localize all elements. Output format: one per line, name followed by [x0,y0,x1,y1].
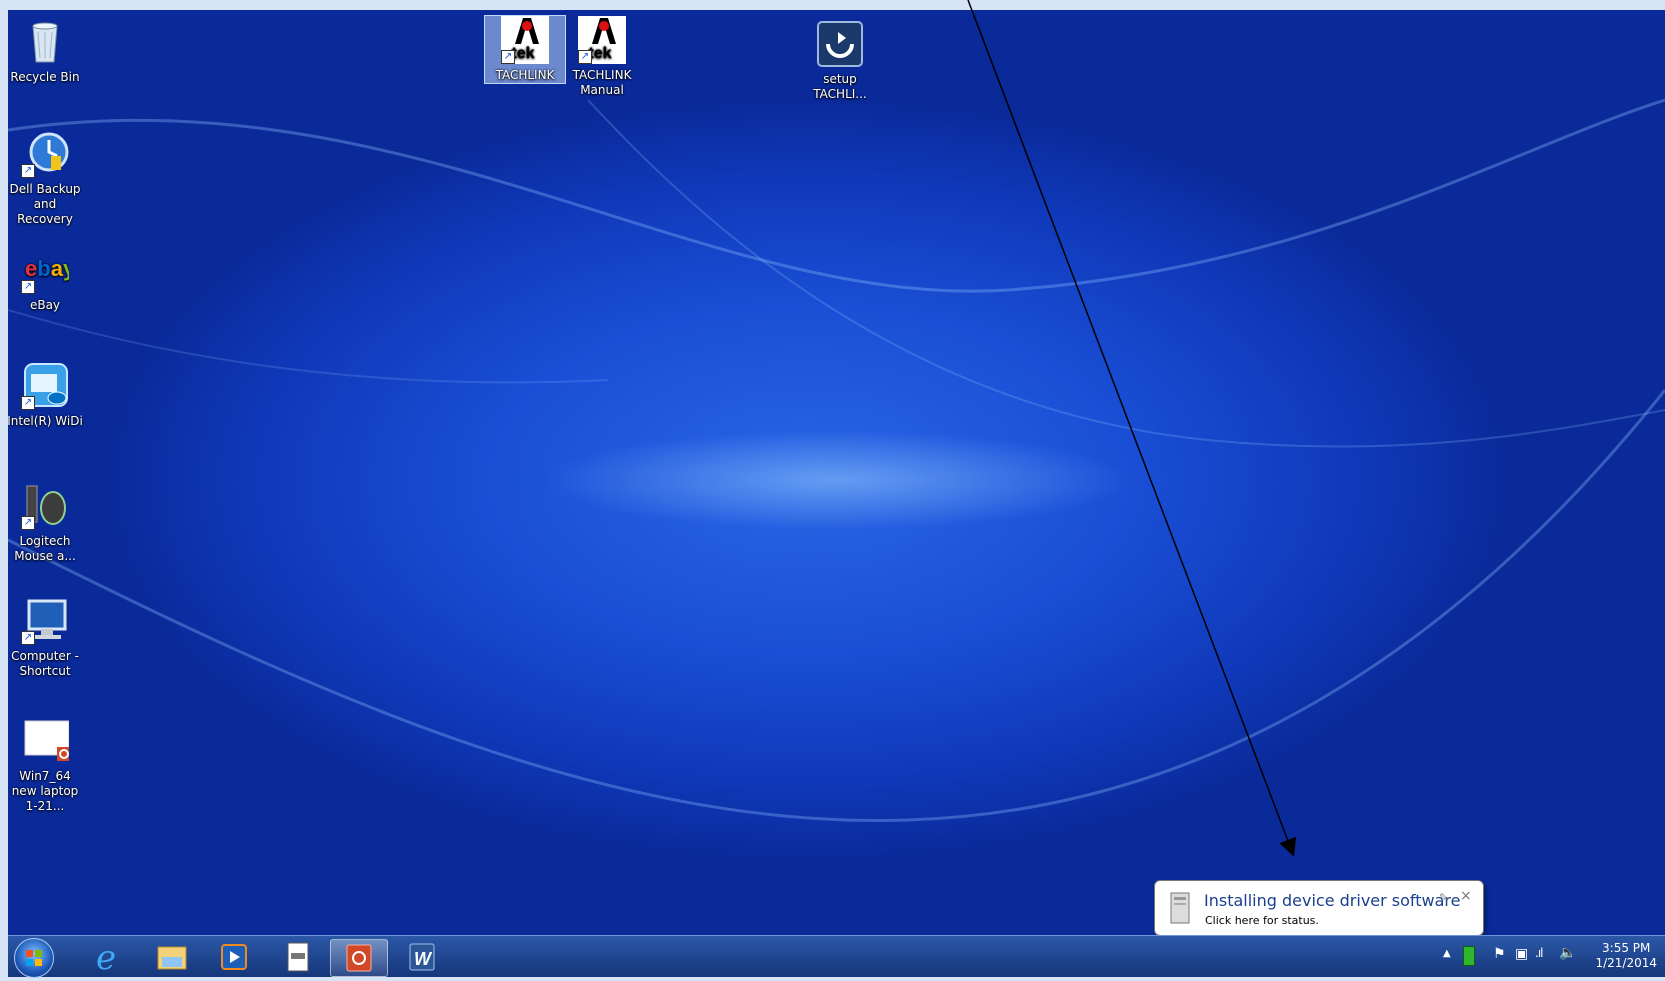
desktop-icon-tachlink[interactable]: .tek ↗ TACHLINK [484,15,566,84]
desktop-icon-ebay[interactable]: ebay ↗ eBay [8,246,85,313]
system-tray: ▲ ⚑ ▣ .ıl 🔈 3:55 PM 1/21/2014 [1435,936,1665,977]
device-installing-tray-icon[interactable] [1463,946,1475,966]
recycle-bin-icon [21,18,69,66]
internet-explorer-icon: e [96,938,116,978]
shortcut-arrow-icon: ↗ [21,164,35,178]
clock-time: 3:55 PM [1602,941,1651,955]
desktop-icon-win7-presentation[interactable]: Win7_64 new laptop 1-21... [8,717,85,814]
windows-explorer-icon [157,946,187,970]
svg-text:ebay: ebay [25,256,69,281]
desktop-icon-logitech[interactable]: ↗ Logitech Mouse a... [8,482,85,564]
icon-label: Computer - Shortcut [11,649,79,678]
notepad-icon [287,942,309,972]
icon-label: setup TACHLI... [813,72,867,101]
shortcut-arrow-icon: ↗ [578,50,592,64]
shortcut-arrow-icon: ↗ [21,396,35,410]
intel-widi-icon: ↗ [21,362,69,410]
tachlink-icon: .tek ↗ [501,16,549,64]
icon-label: Win7_64 new laptop 1-21... [11,769,79,813]
action-center-flag-icon[interactable]: ⚑ [1493,946,1506,962]
ebay-icon: ebay ↗ [21,246,76,294]
shortcut-arrow-icon: ↗ [21,280,35,294]
taskbar-word[interactable]: W [394,939,450,975]
notification-title: Installing device driver software [1204,891,1461,910]
taskbar-notepad[interactable] [270,939,326,975]
tachlink-manual-icon: .tek ↗ [578,16,626,64]
wallpaper-swoosh [8,98,1665,823]
media-player-icon [221,944,247,970]
desktop-icon-computer[interactable]: ↗ Computer - Shortcut [8,597,85,679]
setup-installer-icon [816,20,864,68]
close-icon[interactable]: × [1460,888,1472,904]
notification-subtitle[interactable]: Click here for status. [1205,914,1319,927]
desktop-icon-tachlink-manual[interactable]: .tek ↗ TACHLINK Manual [562,16,642,98]
power-icon[interactable]: ▣ [1515,946,1528,962]
word-icon: W [409,943,435,971]
icon-label: Intel(R) WiDi [8,414,83,428]
clock[interactable]: 3:55 PM 1/21/2014 [1595,941,1657,971]
desktop-background: Recycle Bin ↗ Dell Backup and Recovery e… [8,10,1665,935]
desktop-icon-intel-widi[interactable]: ↗ Intel(R) WiDi [8,362,85,429]
dell-backup-icon: ↗ [21,130,69,178]
volume-icon[interactable]: 🔈 [1559,945,1576,961]
shortcut-arrow-icon: ↗ [21,631,35,645]
taskbar-internet-explorer[interactable]: e [80,938,136,978]
taskbar-powerpoint[interactable] [330,939,388,977]
icon-label: TACHLINK Manual [572,68,632,97]
taskbar: e W ▲ ⚑ ▣ .ıl 🔈 3:55 PM 1/21/2014 [8,935,1665,978]
desktop-icon-setup-tachlink[interactable]: setup TACHLI... [800,20,880,102]
windows-logo-icon [26,950,42,966]
logitech-mouse-icon: ↗ [21,482,69,530]
svg-text:W: W [414,949,433,969]
show-hidden-icons-chevron-icon[interactable]: ▲ [1443,948,1451,959]
notification-balloon[interactable]: Installing device driver software Click … [1154,880,1484,946]
icon-label: eBay [29,298,61,312]
desktop-icon-dell-backup[interactable]: ↗ Dell Backup and Recovery [8,130,85,227]
svg-text:e: e [96,939,116,975]
icon-label: Logitech Mouse a... [14,534,76,563]
network-signal-icon[interactable]: .ıl [1535,946,1544,960]
shortcut-arrow-icon: ↗ [21,516,35,530]
clock-date: 1/21/2014 [1595,956,1657,970]
shortcut-arrow-icon: ↗ [501,50,515,64]
computer-icon: ↗ [21,597,69,645]
powerpoint-icon [346,944,372,972]
device-driver-icon [1167,891,1193,925]
start-button[interactable] [14,938,54,978]
options-wrench-icon[interactable]: ✎ [1439,891,1448,904]
icon-label: TACHLINK [495,68,555,82]
desktop-icon-recycle-bin[interactable]: Recycle Bin [8,18,85,85]
powerpoint-file-icon [21,717,71,765]
icon-label: Dell Backup and Recovery [9,182,81,226]
taskbar-windows-explorer[interactable] [144,939,200,975]
icon-label: Recycle Bin [10,70,80,84]
taskbar-media-player[interactable] [206,939,262,975]
